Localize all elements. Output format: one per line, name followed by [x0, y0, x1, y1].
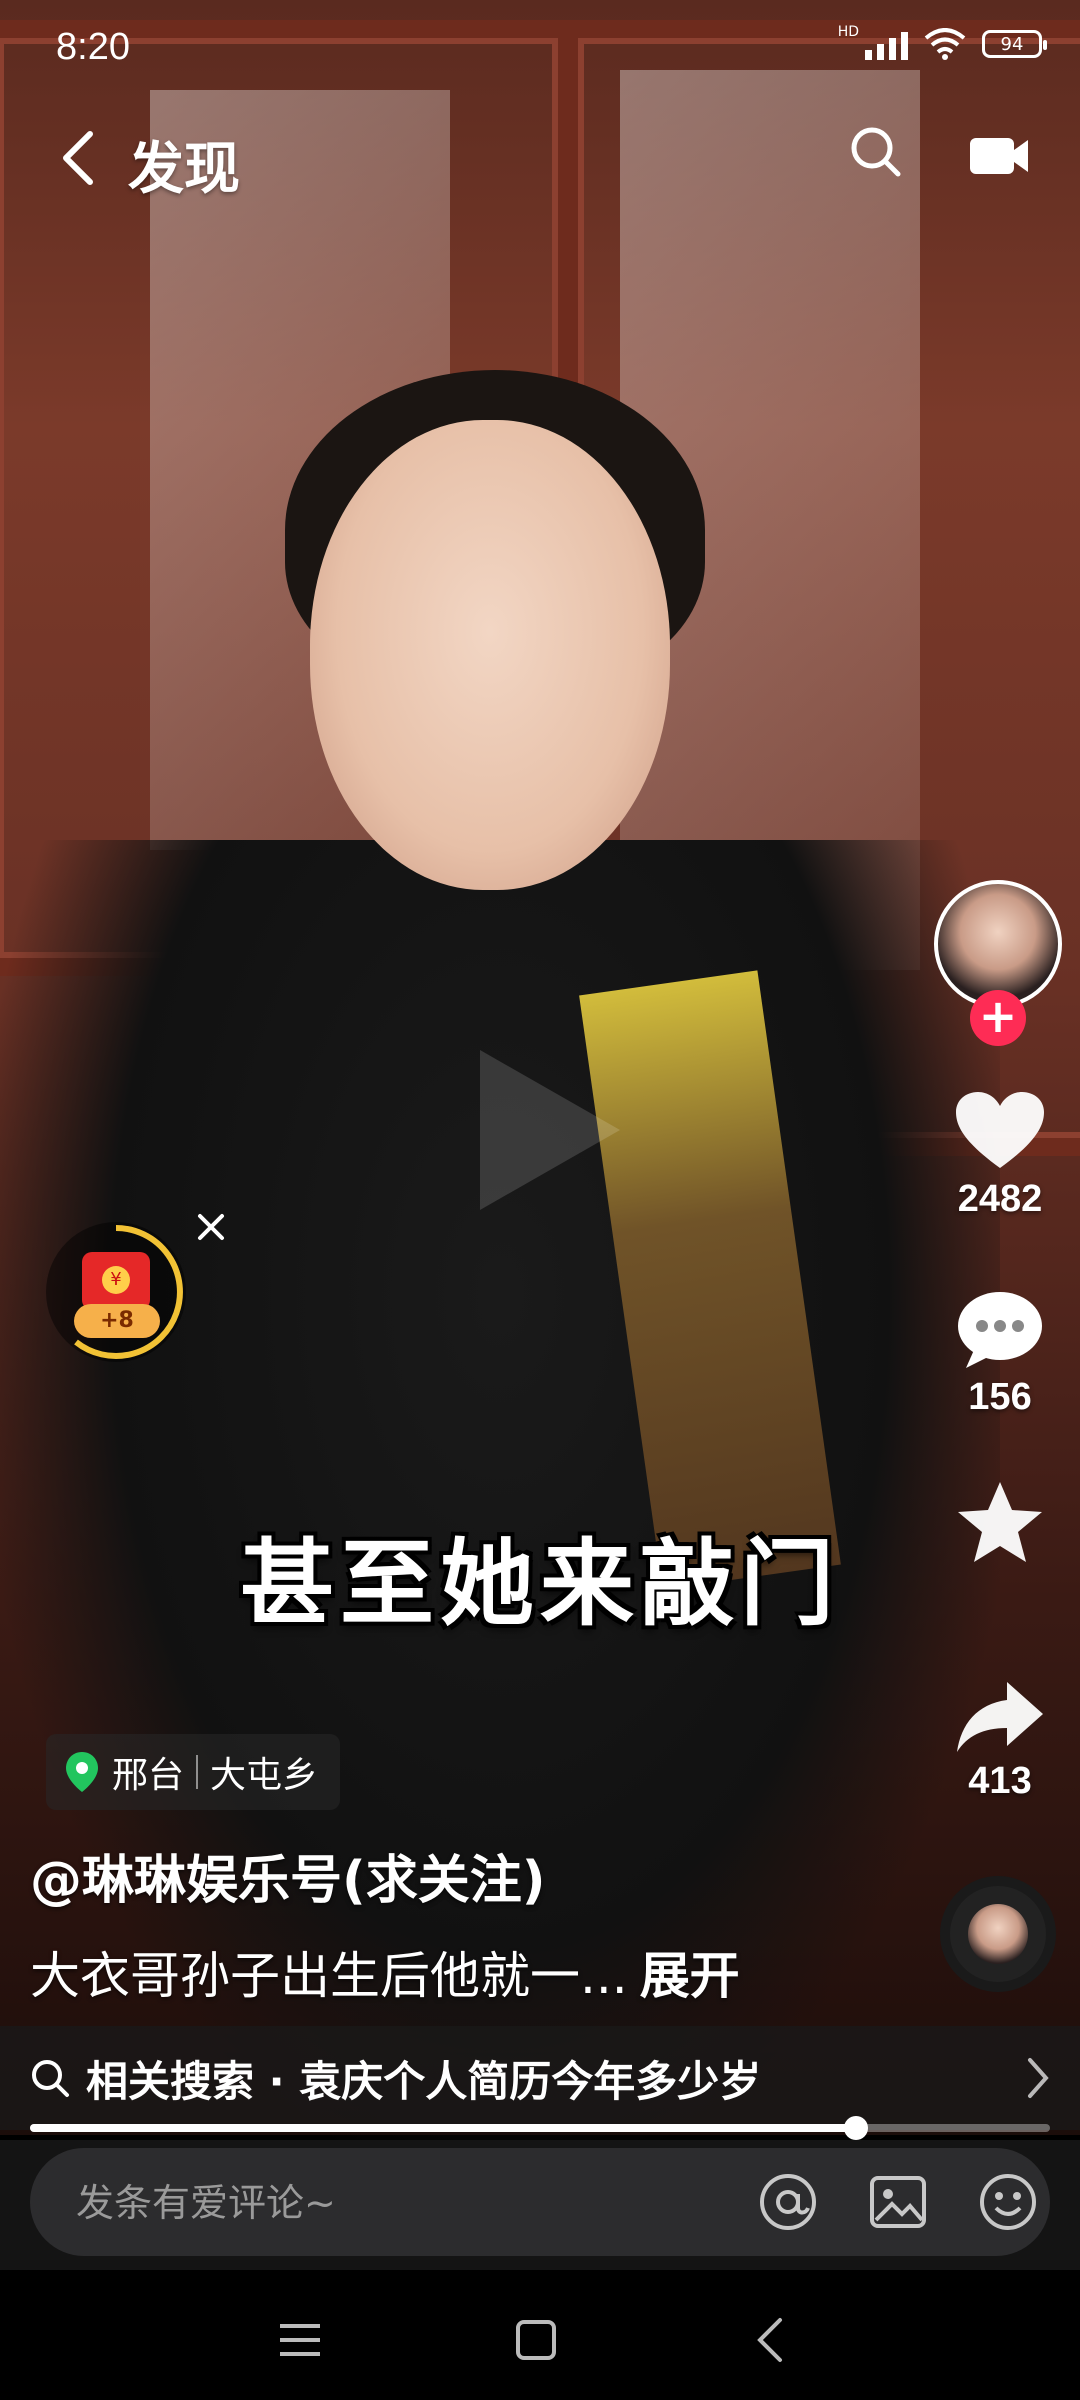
progress-fill — [30, 2124, 857, 2132]
comment-bar — [0, 2140, 1080, 2270]
network-label: HD — [837, 24, 859, 40]
location-divider — [196, 1755, 199, 1789]
close-icon[interactable] — [196, 1212, 226, 1242]
battery-level: 94 — [1000, 33, 1024, 55]
related-search-bar[interactable]: 相关搜索 · 袁庆个人简历今年多少岁 — [0, 2026, 1080, 2130]
signal-icon — [865, 28, 908, 60]
comment-button[interactable]: 156 — [920, 1290, 1080, 1419]
music-cover — [968, 1904, 1028, 1964]
back-arrow-icon[interactable] — [58, 128, 98, 188]
coin-icon: ¥ — [102, 1266, 130, 1294]
video-feed-screen: 8:20 HD 94 发现 + 2482 156 413 ¥ +8 甚至她来敲门… — [0, 0, 1080, 2400]
follow-button[interactable]: + — [970, 990, 1026, 1046]
expand-link[interactable]: 展开 — [640, 1947, 740, 2005]
back-icon[interactable] — [746, 2314, 798, 2366]
camera-icon[interactable] — [968, 132, 1030, 180]
image-icon[interactable] — [868, 2172, 928, 2232]
battery-icon: 94 — [982, 30, 1047, 58]
system-navigation-bar — [0, 2270, 1080, 2400]
comment-input[interactable] — [74, 2178, 678, 2228]
top-navigation: 发现 — [0, 110, 1080, 202]
location-city: 邢台 — [112, 1755, 185, 1796]
related-search-label: 相关搜索 · 袁庆个人简历今年多少岁 — [86, 2056, 762, 2106]
like-button[interactable]: 2482 — [920, 1090, 1080, 1221]
comment-box — [30, 2148, 1050, 2256]
video-subtitle: 甚至她来敲门 — [239, 1529, 840, 1639]
menu-icon[interactable] — [274, 2314, 326, 2366]
video-player[interactable] — [0, 0, 1080, 2140]
chevron-right-icon — [1028, 2058, 1049, 2098]
wifi-icon — [924, 28, 966, 60]
status-time: 8:20 — [56, 26, 130, 68]
author-name[interactable]: @琳琳娱乐号(求关注) — [30, 1838, 546, 1913]
location-place: 大屯乡 — [210, 1755, 319, 1796]
like-count: 2482 — [957, 1178, 1043, 1220]
progress-handle[interactable] — [844, 2116, 869, 2140]
page-title: 发现 — [128, 137, 240, 202]
location-tag[interactable]: 邢台 大屯乡 — [46, 1734, 341, 1810]
red-packet-widget[interactable]: ¥ +8 — [46, 1222, 186, 1362]
music-disc[interactable] — [940, 1876, 1056, 1992]
post-description[interactable]: 大衣哥孙子出生后他就一... 展开 — [30, 1936, 740, 2008]
play-icon — [480, 1050, 620, 1210]
playback-progress[interactable] — [30, 2116, 1050, 2140]
search-icon — [32, 2060, 69, 2097]
comment-icon — [958, 1292, 1042, 1368]
emoji-icon[interactable] — [978, 2172, 1038, 2232]
video-subject-face — [310, 420, 670, 890]
search-icon[interactable] — [848, 124, 902, 178]
share-button[interactable]: 413 — [920, 1680, 1080, 1803]
location-pin-icon — [66, 1752, 98, 1792]
status-icons: HD 94 — [838, 24, 1047, 60]
reward-badge: +8 — [74, 1304, 160, 1338]
mention-icon[interactable] — [758, 2172, 818, 2232]
heart-icon — [956, 1092, 1044, 1168]
home-icon[interactable] — [510, 2314, 562, 2366]
share-count: 413 — [968, 1760, 1032, 1802]
comment-count: 156 — [968, 1376, 1032, 1418]
status-bar: 8:20 HD 94 — [0, 0, 1080, 96]
share-icon — [957, 1682, 1043, 1752]
description-text: 大衣哥孙子出生后他就一... — [30, 1947, 628, 2005]
